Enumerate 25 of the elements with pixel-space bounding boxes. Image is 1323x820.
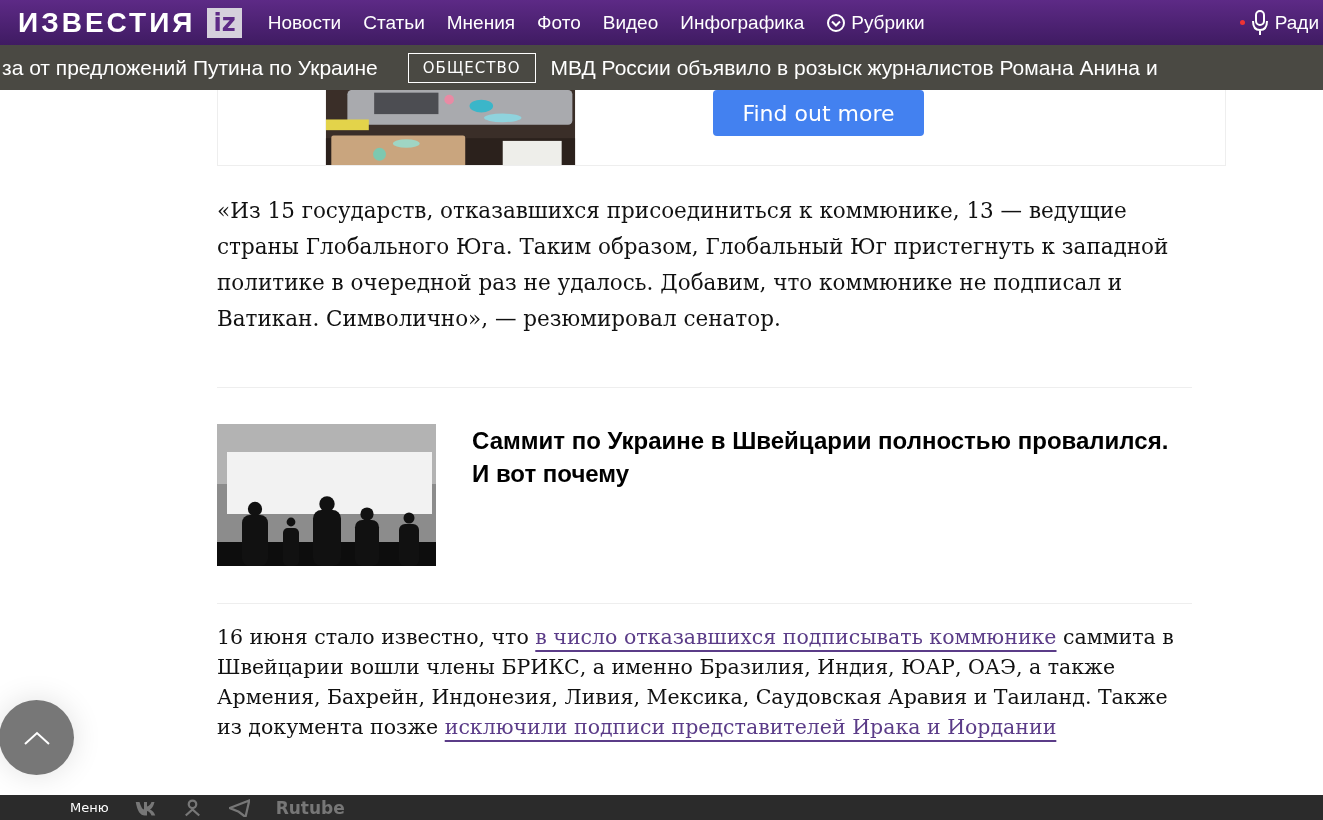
link[interactable]: в число отказавшихся подписывать коммюнике: [535, 625, 1057, 649]
nav-link[interactable]: Фото: [537, 11, 581, 34]
ticker-headline[interactable]: МВД России объявило в розыск журналистов Романа Анина и: [550, 55, 1158, 80]
find-out-more-button[interactable]: Find out more: [713, 90, 924, 136]
ticker-headline[interactable]: за от предложений Путина по Украине: [2, 55, 378, 80]
radio-link[interactable]: Ради: [1239, 9, 1319, 36]
nav-link[interactable]: Новости: [267, 11, 342, 34]
chevron-up-icon: [22, 729, 51, 746]
paper-plane-icon[interactable]: [228, 798, 250, 817]
nav-link[interactable]: Статьи: [363, 11, 425, 34]
menu-link[interactable]: Меню: [70, 800, 109, 815]
related-article-card[interactable]: Саммит по Украине в Швейцарии полностью провалился. И вот почему: [217, 424, 1197, 566]
category-tag[interactable]: ОБЩЕСТВО: [407, 52, 536, 83]
rubrics-dropdown[interactable]: Рубрики: [826, 11, 925, 34]
nav-link[interactable]: Инфографика: [680, 11, 805, 34]
quote-paragraph: «Из 15 государств, отказавшихся присоединиться к коммюнике, 13 — ведущие страны Глобального Юга. Таким образом, Глобальный Юг пристегнуть к западной политике в очередной раз не удалось. Добавим, что коммюнике не подписал и Ватикан. Символично», — резюмировал сенатор.: [217, 197, 1170, 333]
related-article-title: Саммит по Украине в Швейцарии полностью провалился. И вот почему: [472, 426, 1170, 489]
link[interactable]: исключили подписи представителей Ирака и Иордании: [444, 715, 1057, 739]
logo[interactable]: ИЗВЕСТИЯ: [18, 6, 196, 39]
microphone-icon: [1250, 9, 1269, 36]
chevron-down-icon: [826, 12, 847, 33]
nav-link[interactable]: Мнения: [446, 11, 516, 34]
article-paragraph: 16 июня стало известно, что в число отказавшихся подписывать коммюнике саммита в Швейцарии вошли члены БРИКС, а именно Бразилия, Индия, ЮАР, ОАЭ, а также Армения, Бахрейн, Индонезия, Ливия, Мексика, Саудовская Аравия и Таиланд. Также из документа позже исключили подписи представителей Ирака и Иордании: [217, 624, 1175, 741]
logo-mark[interactable]: iz: [207, 7, 242, 38]
nav-link[interactable]: Видео: [602, 11, 659, 34]
